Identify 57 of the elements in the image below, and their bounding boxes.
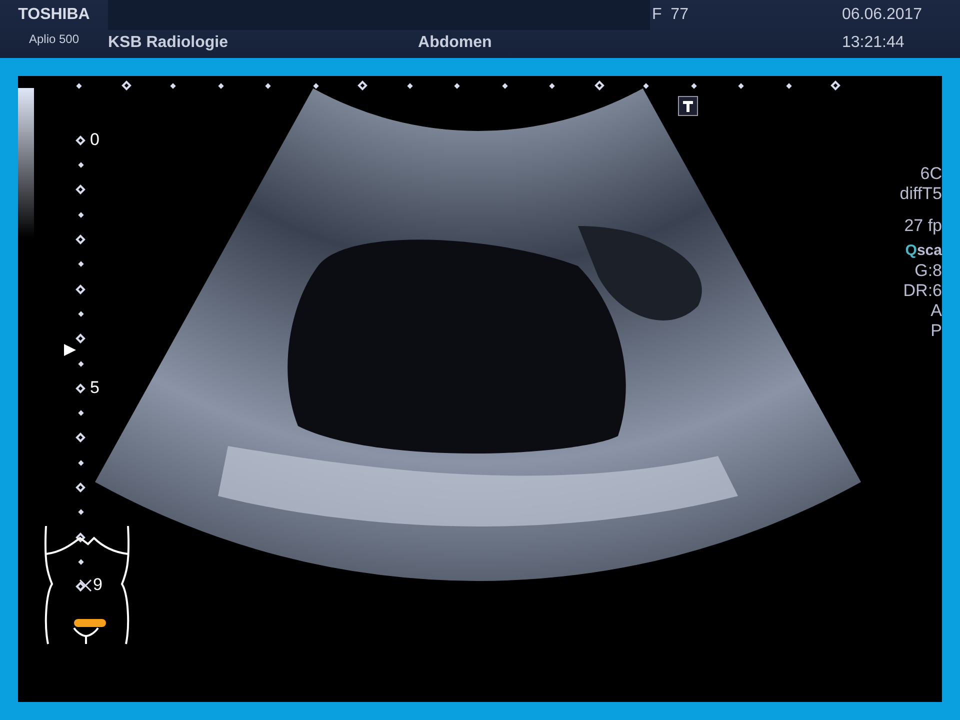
depth-marker bbox=[76, 234, 86, 245]
preset-name: Abdomen bbox=[418, 34, 492, 52]
depth-marker bbox=[78, 212, 84, 218]
parameter-text: DR:6 bbox=[903, 281, 942, 300]
depth-marker bbox=[78, 262, 84, 268]
depth-marker bbox=[76, 185, 86, 195]
focus-marker-icon bbox=[64, 344, 76, 356]
scale-marker bbox=[549, 83, 555, 89]
depth-marker bbox=[78, 460, 84, 466]
depth-marker bbox=[78, 162, 84, 168]
scale-marker bbox=[502, 83, 508, 89]
scale-marker bbox=[121, 80, 131, 90]
scale-marker bbox=[594, 80, 604, 90]
parameter-text: 6C bbox=[920, 164, 942, 183]
depth-marker bbox=[78, 360, 84, 366]
scale-marker bbox=[76, 83, 82, 89]
model-name: Aplio 500 bbox=[28, 32, 80, 46]
institution-name: KSB Radiologie bbox=[108, 34, 228, 52]
frame-number: F 77 bbox=[652, 6, 688, 23]
depth-marker bbox=[76, 135, 86, 146]
scale-marker bbox=[358, 80, 368, 90]
depth-marker bbox=[78, 559, 84, 565]
depth-marker bbox=[76, 532, 86, 542]
brand-logo: TOSHIBA bbox=[18, 6, 90, 24]
date: 06.06.2017 bbox=[842, 6, 922, 24]
depth-marker bbox=[78, 410, 84, 416]
scale-marker bbox=[170, 83, 176, 89]
parameter-text: diffT5 bbox=[900, 184, 942, 203]
scale-marker bbox=[786, 83, 792, 89]
depth-marker bbox=[76, 582, 86, 592]
scale-marker bbox=[454, 83, 460, 89]
scale-marker bbox=[312, 83, 318, 89]
scale-marker bbox=[830, 80, 840, 90]
scale-marker bbox=[218, 83, 224, 89]
body-mark-label: 9 bbox=[93, 575, 102, 595]
parameter-text: P bbox=[930, 321, 942, 340]
scale-marker bbox=[643, 83, 649, 89]
depth-marker bbox=[76, 383, 86, 394]
qscan-label: Qsca bbox=[905, 242, 942, 259]
depth-marker bbox=[76, 433, 86, 443]
depth-label: 0 bbox=[90, 130, 100, 150]
depth-marker bbox=[78, 510, 84, 516]
scale-marker bbox=[690, 83, 696, 89]
depth-marker bbox=[76, 482, 86, 492]
scale-marker bbox=[738, 83, 744, 89]
cross-marker-icon bbox=[78, 578, 92, 592]
depth-marker bbox=[76, 284, 86, 294]
time: 13:21:44 bbox=[842, 34, 906, 52]
scale-marker bbox=[265, 83, 271, 89]
parameter-text: G:8 bbox=[914, 261, 942, 280]
depth-marker bbox=[76, 334, 86, 344]
scale-marker bbox=[406, 83, 412, 89]
parameter-text: 27 fp bbox=[904, 216, 942, 235]
depth-label: 5 bbox=[90, 378, 100, 398]
depth-marker bbox=[78, 311, 84, 317]
t-icon bbox=[678, 96, 698, 116]
parameter-text: A bbox=[930, 301, 942, 320]
